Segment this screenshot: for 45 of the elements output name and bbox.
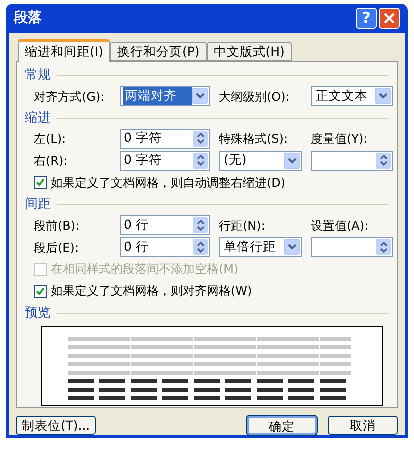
spin-arrows-icon — [376, 239, 391, 255]
spin-arrows-icon — [193, 217, 208, 233]
field-label: 右(R): — [34, 153, 69, 170]
spin-arrows-icon — [376, 152, 391, 168]
close-button[interactable] — [379, 8, 400, 29]
tab[interactable]: 换行和分页(P) — [110, 42, 207, 61]
field-label: 行距(N): — [219, 218, 266, 234]
checkmark-icon — [36, 286, 45, 296]
spin-field[interactable] — [311, 237, 393, 257]
section-heading: 缩进 — [25, 110, 51, 128]
checkmark-icon — [36, 178, 45, 187]
field-label: 段前(B): — [34, 218, 81, 234]
spin-field[interactable] — [311, 150, 393, 170]
dialog-button[interactable]: 制表位(T)... — [16, 416, 96, 435]
field-label: 左(L): — [34, 131, 68, 148]
dialog-button[interactable]: 确定 — [247, 416, 317, 435]
spin-arrows-icon — [193, 239, 208, 255]
spin-arrows-icon — [193, 130, 208, 146]
field-label: 对齐方式(G): — [34, 88, 106, 106]
dropdown[interactable]: 正文文本 — [311, 86, 393, 106]
section-heading: 常规 — [25, 67, 51, 85]
spin-arrows-icon — [193, 152, 208, 168]
dropdown[interactable]: 两端对齐 — [120, 86, 210, 106]
checkbox: 在相同样式的段落间不添加空格(M) — [34, 260, 393, 278]
field-label: 度量值(Y): — [311, 131, 369, 148]
dialog-button[interactable]: 取消 — [328, 416, 398, 435]
spin-field[interactable]: 0 字符 — [120, 150, 210, 170]
section-heading: 间距 — [25, 196, 51, 214]
help-button[interactable]: ? — [356, 8, 377, 29]
field-label: 设置值(A): — [311, 218, 370, 234]
section-heading: 预览 — [25, 304, 51, 322]
checkbox[interactable]: 如果定义了文档网格，则对齐网格(W) — [34, 282, 393, 300]
close-icon — [384, 13, 395, 24]
spin-field[interactable]: 0 行 — [120, 237, 210, 257]
dropdown[interactable]: (无) — [219, 150, 302, 170]
spin-field[interactable]: 0 行 — [120, 215, 210, 235]
spin-field[interactable]: 0 字符 — [120, 128, 210, 148]
tab[interactable]: 中文版式(H) — [206, 42, 292, 61]
field-label: 段后(E): — [34, 240, 80, 256]
dropdown[interactable]: 单倍行距 — [219, 237, 302, 257]
window-title: 段落 — [14, 9, 43, 28]
field-label: 大纲级别(O): — [219, 88, 291, 106]
tab[interactable]: 缩进和间距(I) — [18, 39, 110, 62]
field-label: 特殊格式(S): — [219, 131, 290, 148]
checkbox[interactable]: 如果定义了文档网格，则自动调整右缩进(D) — [34, 174, 393, 192]
